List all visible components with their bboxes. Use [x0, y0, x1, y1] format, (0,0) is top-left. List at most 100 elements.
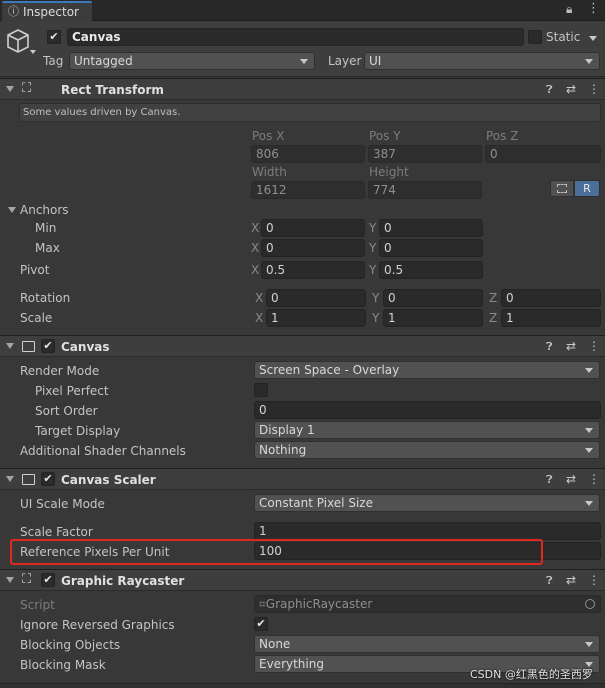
target-display-dropdown[interactable]: Display 1: [254, 421, 600, 439]
component-menu-icon[interactable]: ⋮: [588, 572, 600, 588]
foldout-icon: [6, 343, 14, 349]
foldout-icon: [6, 476, 14, 482]
anchors-label[interactable]: Anchors: [20, 202, 69, 218]
pos-y-field: 387: [368, 145, 482, 163]
pixel-perfect-checkbox[interactable]: [254, 383, 268, 397]
pivot-y-field[interactable]: 0.5: [379, 261, 483, 279]
object-picker-icon[interactable]: [585, 599, 595, 609]
shader-channels-value: Nothing: [259, 443, 307, 457]
blocking-objects-value: None: [259, 637, 291, 651]
menu-icon[interactable]: ⋮: [587, 1, 600, 17]
shader-channels-dropdown[interactable]: Nothing: [254, 441, 600, 459]
help-icon[interactable]: ❓︎: [546, 472, 553, 488]
help-icon[interactable]: ❓︎: [546, 339, 553, 355]
anchor-min-x-field[interactable]: 0: [261, 219, 365, 237]
scale-z-field[interactable]: 1: [501, 309, 601, 327]
component-menu-icon[interactable]: ⋮: [588, 471, 600, 487]
tab-label: Inspector: [23, 5, 79, 19]
sort-order-field[interactable]: 0: [254, 401, 601, 419]
tag-value: Untagged: [74, 54, 133, 68]
presets-icon[interactable]: ⇄: [566, 471, 576, 487]
watermark: CSDN @红黑色的圣西罗: [470, 668, 593, 681]
chevron-down-icon: [585, 448, 593, 453]
pos-y-label: Pos Y: [369, 129, 401, 143]
driven-note-box: Some values driven by Canvas.: [19, 103, 601, 122]
layer-label: Layer: [328, 54, 362, 68]
component-menu-icon[interactable]: ⋮: [588, 81, 600, 97]
pos-z-label: Pos Z: [486, 129, 519, 143]
pos-x-label: Pos X: [252, 129, 285, 143]
tab-inspector[interactable]: ⓘ Inspector: [2, 1, 92, 22]
lock-icon[interactable]: 🔒︎: [566, 1, 572, 17]
canvas-header[interactable]: ✔ Canvas ❓︎ ⇄ ⋮: [0, 335, 605, 357]
width-label: Width: [252, 165, 287, 179]
bottom-divider: [0, 683, 605, 688]
rect-transform-icon: ⛶: [22, 81, 32, 96]
scale-y-axis: Y: [372, 311, 380, 325]
active-checkbox[interactable]: ✔: [47, 30, 61, 44]
static-dropdown-arrow[interactable]: [589, 36, 597, 41]
ui-scale-mode-dropdown[interactable]: Constant Pixel Size: [254, 494, 600, 512]
presets-icon[interactable]: ⇄: [566, 338, 576, 354]
canvas-scaler-enabled-checkbox[interactable]: ✔: [41, 472, 55, 486]
static-label: Static: [546, 30, 581, 44]
chevron-down-icon: [585, 501, 593, 506]
pivot-x-field[interactable]: 0.5: [261, 261, 365, 279]
rect-transform-header[interactable]: ⛶ Rect Transform ❓︎ ⇄ ⋮: [0, 78, 605, 100]
tag-dropdown[interactable]: Untagged: [69, 52, 315, 70]
anchors-foldout-icon[interactable]: [8, 207, 16, 213]
min-y-axis: Y: [369, 221, 377, 235]
rotation-z-field[interactable]: 0: [501, 289, 601, 307]
tag-label: Tag: [43, 54, 64, 68]
height-label: Height: [369, 165, 409, 179]
chevron-down-icon: [300, 59, 308, 64]
pivot-x-axis: X: [251, 263, 260, 277]
help-icon[interactable]: ❓︎: [546, 573, 553, 589]
max-y-axis: Y: [369, 241, 377, 255]
component-menu-icon[interactable]: ⋮: [588, 338, 600, 354]
script-value: GraphicRaycaster: [265, 597, 373, 611]
graphic-raycaster-header[interactable]: ⛶ ✔ Graphic Raycaster ❓︎ ⇄ ⋮: [0, 569, 605, 591]
script-field: ⌗GraphicRaycaster: [254, 595, 601, 613]
blocking-objects-label: Blocking Objects: [20, 638, 121, 652]
presets-icon[interactable]: ⇄: [566, 81, 576, 97]
pivot-y-axis: Y: [369, 263, 377, 277]
foldout-icon: [6, 577, 14, 583]
blocking-objects-dropdown[interactable]: None: [254, 635, 600, 653]
scale-label: Scale: [20, 311, 53, 325]
layer-dropdown[interactable]: UI: [364, 52, 600, 70]
anchor-min-label: Min: [35, 221, 57, 235]
rotation-x-field[interactable]: 0: [266, 289, 366, 307]
info-icon: ⓘ: [8, 5, 19, 18]
rect-transform-title: Rect Transform: [61, 83, 164, 97]
sort-order-label: Sort Order: [35, 404, 98, 418]
driven-note: Some values driven by Canvas.: [23, 107, 181, 118]
chevron-down-icon: [585, 642, 593, 647]
graphic-raycaster-icon: ⛶: [22, 572, 32, 587]
static-checkbox[interactable]: [528, 30, 542, 44]
scale-x-field[interactable]: 1: [266, 309, 366, 327]
scale-y-field[interactable]: 1: [383, 309, 483, 327]
canvas-scaler-title: Canvas Scaler: [61, 473, 156, 487]
ignore-reversed-checkbox[interactable]: ✔: [254, 617, 268, 631]
object-name-field[interactable]: Canvas: [67, 28, 524, 46]
anchor-max-y-field[interactable]: 0: [379, 239, 483, 257]
canvas-enabled-checkbox[interactable]: ✔: [41, 339, 55, 353]
chevron-down-icon: [585, 59, 593, 64]
pos-z-field: 0: [485, 145, 601, 163]
anchor-min-y-field[interactable]: 0: [379, 219, 483, 237]
rotation-y-field[interactable]: 0: [383, 289, 483, 307]
help-icon[interactable]: ❓︎: [546, 82, 553, 98]
max-x-axis: X: [251, 241, 260, 255]
rot-y-axis: Y: [372, 291, 380, 305]
blueprint-button[interactable]: [550, 180, 574, 197]
scale-factor-field[interactable]: 1: [254, 522, 601, 540]
raw-edit-button[interactable]: R: [574, 180, 600, 197]
presets-icon[interactable]: ⇄: [566, 572, 576, 588]
canvas-scaler-header[interactable]: ✔ Canvas Scaler ❓︎ ⇄ ⋮: [0, 468, 605, 490]
graphic-raycaster-enabled-checkbox[interactable]: ✔: [41, 573, 55, 587]
anchor-max-x-field[interactable]: 0: [261, 239, 365, 257]
ui-scale-mode-label: UI Scale Mode: [20, 497, 105, 511]
render-mode-dropdown[interactable]: Screen Space - Overlay: [254, 361, 600, 379]
anchor-max-label: Max: [35, 241, 60, 255]
